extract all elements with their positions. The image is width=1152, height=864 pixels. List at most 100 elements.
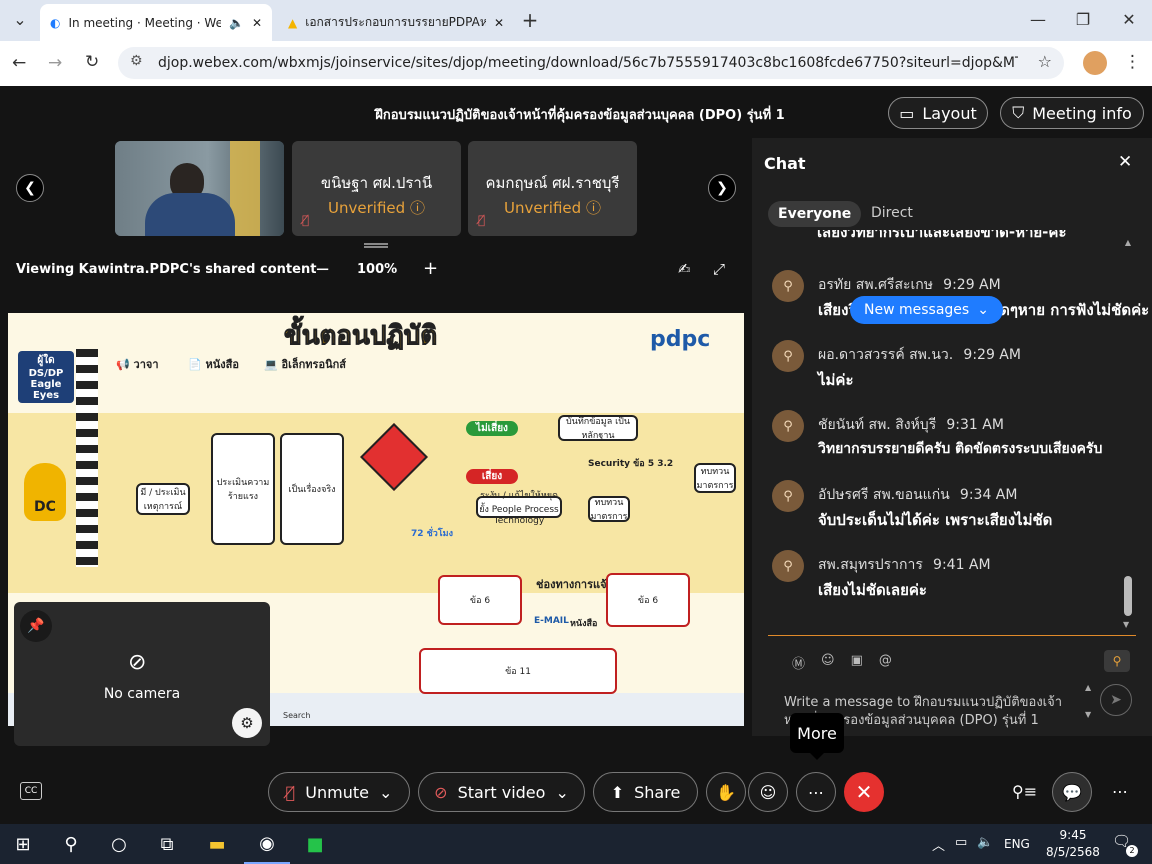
minimize-icon[interactable]: — — [1026, 8, 1050, 32]
more-options-icon[interactable]: ⋯ — [796, 772, 836, 812]
start-video-button[interactable]: ⊘ Start video ⌄ — [418, 772, 585, 812]
scrollbar-thumb[interactable] — [1124, 576, 1132, 616]
task-view-icon[interactable]: ⧉ — [144, 824, 190, 864]
meeting-info-button[interactable]: ⛉ Meeting info — [1000, 97, 1144, 129]
sender-name: ผอ.ดาวสวรรค์ สพ.นว. — [818, 347, 954, 363]
gif-icon[interactable]: ▣ — [851, 653, 863, 672]
send-icon[interactable]: ➤ — [1100, 684, 1132, 716]
markdown-icon[interactable]: Ⓜ — [792, 653, 805, 672]
windows-start-icon[interactable]: ⊞ — [0, 824, 46, 864]
chevron-down-icon: ⌄ — [977, 302, 989, 318]
site-info-icon[interactable]: ⚙ — [130, 53, 143, 69]
next-participants-icon[interactable]: ❯ — [708, 174, 736, 202]
participant-status: Unverified ⓘ — [328, 199, 425, 217]
new-messages-label: New messages — [864, 302, 970, 318]
maximize-icon[interactable]: ❐ — [1071, 8, 1095, 32]
resize-handle[interactable] — [364, 243, 388, 248]
close-tab-icon[interactable]: ✕ — [494, 16, 504, 30]
format-toolbar: Ⓜ ☺ ▣ @ — [792, 653, 892, 672]
participant-video[interactable] — [115, 141, 284, 236]
raise-hand-icon[interactable]: ✋ — [706, 772, 746, 812]
url-text: djop.webex.com/wbxmjs/joinservice/sites/… — [158, 55, 1018, 71]
leave-meeting-icon[interactable]: ✕ — [844, 772, 884, 812]
file-explorer-icon[interactable]: ▬ — [194, 824, 240, 864]
settings-gear-icon[interactable]: ⚙ — [232, 708, 262, 738]
participant-status: Unverified ⓘ — [504, 199, 601, 217]
mention-icon[interactable]: @ — [879, 653, 892, 672]
info-icon: ⓘ — [409, 199, 425, 217]
ds-dp-label: ผู้ใด DS/DP Eagle Eyes — [18, 351, 74, 403]
share-label: Share — [634, 782, 681, 802]
tab-title: เอกสารประกอบการบรรยายPDPAหลั — [305, 15, 486, 29]
zoom-in-icon[interactable]: + — [423, 258, 438, 279]
chevron-down-icon[interactable]: ⌄ — [555, 783, 568, 802]
reload-icon[interactable]: ↻ — [85, 52, 99, 72]
chrome-icon[interactable]: ◉ — [244, 824, 290, 864]
computer-icon: 💻 อิเล็กทรอนิกส์ — [264, 358, 346, 371]
no-camera-label: No camera — [103, 686, 181, 702]
back-icon[interactable]: ← — [12, 53, 26, 73]
message-time: 9:29 AM — [963, 347, 1021, 363]
meeting-info-label: Meeting info — [1032, 103, 1132, 123]
share-button[interactable]: ⬆ Share — [593, 772, 698, 812]
profile-avatar[interactable] — [1083, 51, 1107, 75]
participant-tile[interactable]: คมกฤษณ์ ศฝ.ราชบุรี Unverified ⓘ 🎙̸ — [468, 141, 637, 236]
clock[interactable]: 9:45 8/5/2568 — [1046, 827, 1100, 861]
new-messages-button[interactable]: New messages ⌄ — [850, 296, 1003, 324]
layout-icon: ▭ — [899, 103, 915, 123]
participants-icon[interactable]: ⚲≡ — [1012, 782, 1037, 801]
info-icon: ⓘ — [585, 199, 601, 217]
close-chat-icon[interactable]: ✕ — [1118, 152, 1132, 172]
overflow-icon[interactable]: ⋯ — [1112, 782, 1128, 801]
line-icon[interactable]: ■ — [292, 824, 338, 864]
tab-search-icon[interactable]: ⌄ — [8, 8, 32, 32]
tab-direct[interactable]: Direct — [871, 205, 913, 221]
muted-mic-icon: 🎙̸ — [302, 213, 310, 227]
new-tab-icon[interactable]: + — [518, 8, 542, 32]
emoji-icon[interactable]: ☺ — [821, 653, 835, 672]
record-box: บันทึกข้อมูล เป็นหลักฐาน — [558, 415, 638, 441]
language-indicator[interactable]: ENG — [1004, 837, 1030, 851]
forward-icon[interactable]: → — [48, 53, 62, 73]
sender-name: ชัยนันท์ สพ. สิงห์บุรี — [818, 417, 937, 433]
search-icon[interactable]: ⚲ — [48, 824, 94, 864]
chat-message: ⚲ อัปษรศรี สพ.ขอนแก่น 9:34 AM จับประเด็น… — [772, 480, 1052, 529]
risk-label: เสี่ยง — [466, 469, 518, 484]
security-label: Security ข้อ 5 3.2 — [588, 459, 674, 469]
tab-meeting[interactable]: ◐ In meeting · Meeting · Webe 🔈 ✕ — [40, 4, 272, 41]
message-time: 9:31 AM — [946, 417, 1004, 433]
close-window-icon[interactable]: ✕ — [1117, 8, 1141, 32]
zoom-out-icon[interactable]: − — [315, 259, 330, 280]
browser-menu-icon[interactable]: ⋮ — [1124, 52, 1141, 72]
slide-search: Search — [283, 711, 311, 720]
prev-participants-icon[interactable]: ❮ — [16, 174, 44, 202]
chat-scrollbar[interactable]: ▲ ▼ — [1123, 238, 1133, 630]
tab-document[interactable]: ▲ เอกสารประกอบการบรรยายPDPAหลั ✕ — [278, 4, 514, 41]
recipient-icon[interactable]: ⚲ — [1104, 650, 1130, 672]
viewing-label: Viewing Kawintra.PDPC's shared content — [16, 262, 317, 277]
captions-icon[interactable]: CC — [20, 782, 42, 800]
chat-toggle-icon[interactable]: 💬 — [1052, 772, 1092, 812]
volume-icon[interactable]: 🔈 — [977, 835, 993, 854]
avatar: ⚲ — [772, 270, 804, 302]
avatar: ⚲ — [772, 550, 804, 582]
fullscreen-icon[interactable]: ⤢ — [713, 260, 725, 278]
bookmark-star-icon[interactable]: ☆ — [1038, 52, 1052, 71]
chevron-down-icon[interactable]: ⌄ — [379, 783, 392, 802]
close-tab-icon[interactable]: ✕ — [252, 16, 262, 30]
network-icon[interactable]: ▭ — [955, 835, 967, 854]
input-scroll-icon[interactable]: ▲ ▼ — [1085, 683, 1091, 719]
pin-icon[interactable]: 📌 — [20, 610, 52, 642]
address-bar[interactable]: ⚙ djop.webex.com/wbxmjs/joinservice/site… — [118, 47, 1064, 79]
reactions-icon[interactable]: ☺ — [748, 772, 788, 812]
sender-name: อัปษรศรี สพ.ขอนแก่น — [818, 487, 950, 503]
tab-everyone[interactable]: Everyone — [768, 201, 862, 227]
show-hidden-icon[interactable]: ︿ — [932, 835, 945, 854]
unmute-label: Unmute — [305, 782, 369, 802]
layout-button[interactable]: ▭ Layout — [888, 97, 988, 129]
unmute-button[interactable]: 🎙̸ Unmute ⌄ — [268, 772, 410, 812]
annotate-icon[interactable]: ✍ — [678, 260, 691, 278]
participant-tile[interactable]: ขนิษฐา ศฝ.ปรานี Unverified ⓘ 🎙̸ — [292, 141, 461, 236]
cortana-icon[interactable]: ○ — [96, 824, 142, 864]
no-risk-label: ไม่เสี่ยง — [466, 421, 518, 436]
